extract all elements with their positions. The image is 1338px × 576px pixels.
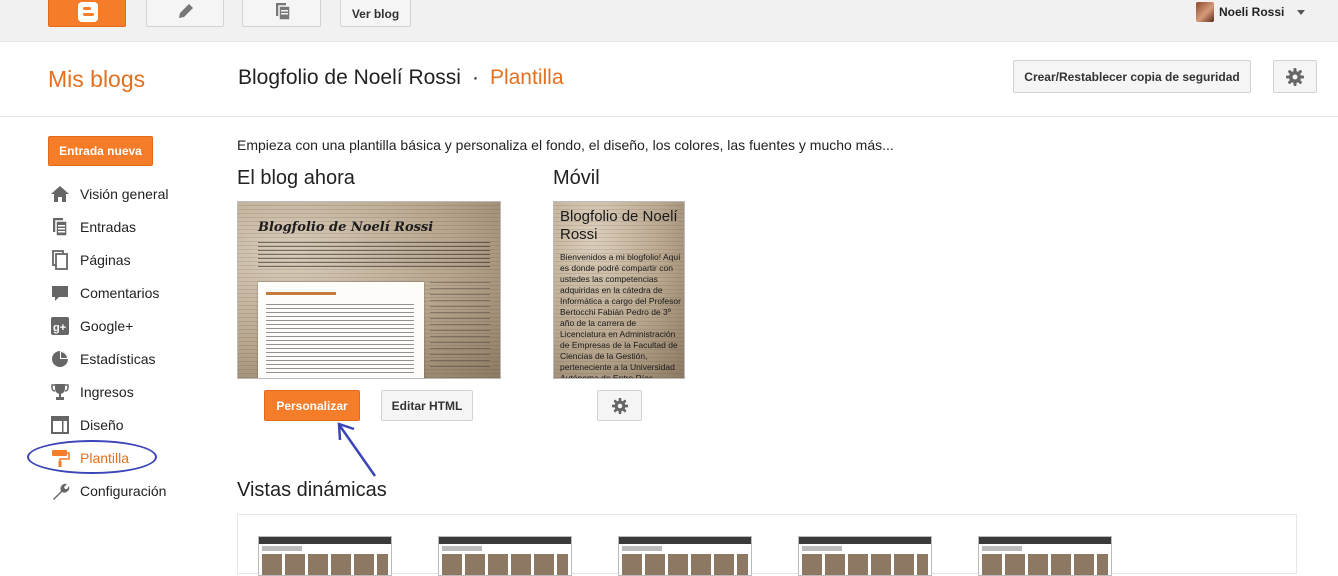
mobile-template-preview[interactable]: Blogfolio de Noelí Rossi Bienvenidos a m… bbox=[553, 201, 685, 379]
sidebar-item-googleplus[interactable]: g+ Google+ bbox=[50, 314, 133, 338]
sidebar-item-posts[interactable]: Entradas bbox=[50, 215, 136, 239]
mobile-settings-button[interactable] bbox=[597, 390, 642, 421]
mobile-preview-title: Blogfolio de Noelí Rossi bbox=[560, 208, 678, 243]
comments-icon bbox=[50, 283, 70, 303]
intro-text: Empieza con una plantilla básica y perso… bbox=[237, 137, 894, 153]
my-blogs-link[interactable]: Mis blogs bbox=[48, 66, 145, 93]
documents-icon bbox=[276, 3, 291, 21]
annotation-ellipse bbox=[27, 440, 157, 474]
dynamic-views-heading: Vistas dinámicas bbox=[237, 479, 387, 501]
mobile-preview-text: Bienvenidos a mi blogfolio! Aquí es dond… bbox=[560, 252, 681, 379]
desktop-preview-sidebar bbox=[430, 282, 490, 372]
user-menu[interactable]: Noeli Rossi bbox=[1196, 2, 1306, 22]
sidebar-item-earnings[interactable]: Ingresos bbox=[50, 380, 134, 404]
top-bar: Ver blog Noeli Rossi bbox=[0, 0, 1338, 42]
current-blog-heading: El blog ahora bbox=[237, 167, 355, 189]
page-header: Mis blogs Blogfolio de Noelí Rossi · Plant… bbox=[0, 42, 1338, 117]
sidebar-item-label: Ingresos bbox=[80, 384, 134, 400]
chevron-down-icon bbox=[1297, 9, 1306, 15]
sidebar-item-label: Diseño bbox=[80, 417, 124, 433]
home-icon bbox=[50, 184, 70, 204]
trophy-icon bbox=[50, 382, 70, 402]
sidebar-item-comments[interactable]: Comentarios bbox=[50, 281, 159, 305]
new-post-pencil-button[interactable] bbox=[146, 0, 224, 27]
sidebar-item-pages[interactable]: Páginas bbox=[50, 248, 131, 272]
sidebar-item-settings[interactable]: Configuración bbox=[50, 479, 166, 503]
backup-restore-button[interactable]: Crear/Restablecer copia de seguridad bbox=[1013, 60, 1251, 93]
sidebar-item-label: Comentarios bbox=[80, 285, 160, 301]
wrench-icon bbox=[50, 481, 70, 501]
dynamic-view-thumbnail[interactable] bbox=[618, 536, 752, 576]
desktop-preview-title: Blogfolio de Noelí Rossi bbox=[258, 220, 434, 235]
user-name: Noeli Rossi bbox=[1219, 5, 1285, 19]
sidebar-item-stats[interactable]: Estadísticas bbox=[50, 347, 155, 371]
gear-icon bbox=[611, 397, 628, 414]
sidebar-item-label: Google+ bbox=[80, 318, 134, 334]
dynamic-view-thumbnail[interactable] bbox=[978, 536, 1112, 576]
sidebar-item-label: Configuración bbox=[80, 483, 167, 499]
breadcrumb-separator: · bbox=[471, 66, 479, 89]
desktop-template-preview[interactable]: Blogfolio de Noelí Rossi bbox=[237, 201, 501, 379]
stats-icon bbox=[50, 349, 70, 369]
breadcrumb: Blogfolio de Noelí Rossi · Plantilla bbox=[238, 66, 564, 90]
dynamic-views-gallery bbox=[237, 514, 1297, 576]
sidebar-item-overview[interactable]: Visión general bbox=[50, 182, 168, 206]
blog-name: Blogfolio de Noelí Rossi bbox=[238, 66, 461, 89]
dynamic-view-thumbnail[interactable] bbox=[438, 536, 572, 576]
desktop-preview-post bbox=[258, 282, 424, 378]
sidebar-item-label: Páginas bbox=[80, 252, 131, 268]
sidebar-item-label: Estadísticas bbox=[80, 351, 156, 367]
svg-text:g+: g+ bbox=[53, 322, 66, 334]
pages-icon bbox=[50, 250, 70, 270]
desktop-preview-description bbox=[258, 242, 490, 268]
google-plus-icon: g+ bbox=[50, 316, 70, 336]
new-post-button[interactable]: Entrada nueva bbox=[48, 136, 153, 166]
posts-list-button[interactable] bbox=[242, 0, 321, 27]
page-title: Plantilla bbox=[489, 66, 564, 89]
annotation-arrow bbox=[337, 422, 377, 477]
settings-button[interactable] bbox=[1273, 60, 1317, 93]
mobile-heading: Móvil bbox=[553, 167, 600, 189]
blogger-logo-icon bbox=[78, 2, 98, 22]
sidebar-item-label: Entradas bbox=[80, 219, 137, 235]
customize-button[interactable]: Personalizar bbox=[264, 390, 360, 421]
dynamic-view-thumbnail[interactable] bbox=[798, 536, 932, 576]
blogger-home-button[interactable] bbox=[48, 0, 126, 27]
edit-html-button[interactable]: Editar HTML bbox=[381, 390, 473, 421]
layout-icon bbox=[50, 415, 70, 435]
sidebar-item-layout[interactable]: Diseño bbox=[50, 413, 124, 437]
dynamic-view-thumbnail[interactable] bbox=[258, 536, 392, 576]
gear-icon bbox=[1286, 67, 1304, 86]
pencil-icon bbox=[179, 4, 193, 18]
posts-icon bbox=[50, 217, 70, 237]
view-blog-button[interactable]: Ver blog bbox=[340, 0, 411, 27]
sidebar-item-label: Visión general bbox=[80, 186, 169, 202]
avatar bbox=[1196, 2, 1214, 22]
